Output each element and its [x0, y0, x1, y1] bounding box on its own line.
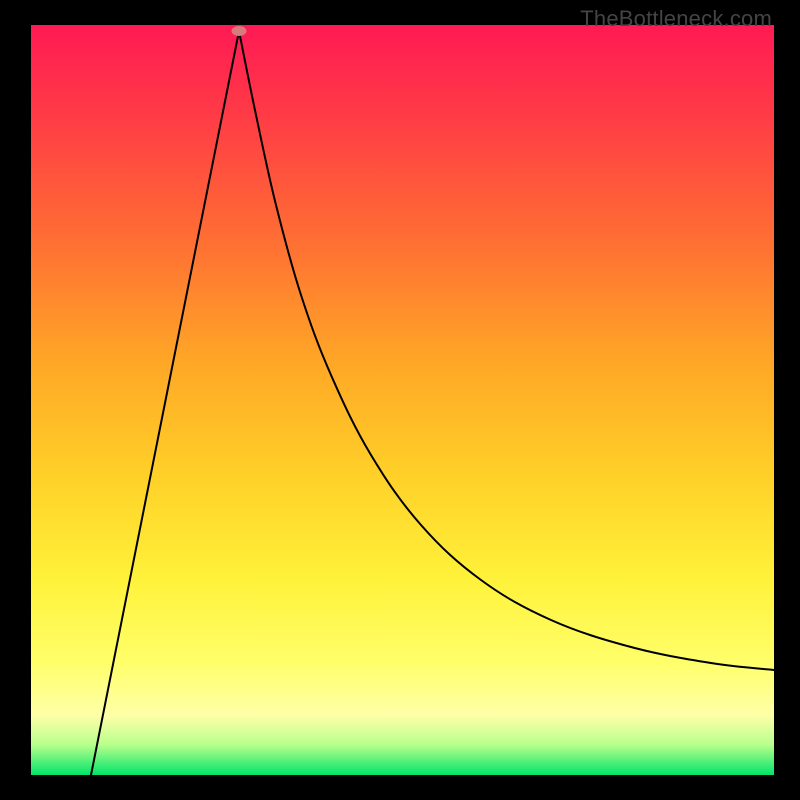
chart-frame: TheBottleneck.com — [0, 0, 800, 800]
curve-path — [91, 31, 774, 775]
watermark-text: TheBottleneck.com — [580, 6, 772, 32]
plot-area — [31, 25, 774, 775]
minimum-marker — [232, 26, 247, 36]
bottleneck-curve — [31, 25, 774, 775]
